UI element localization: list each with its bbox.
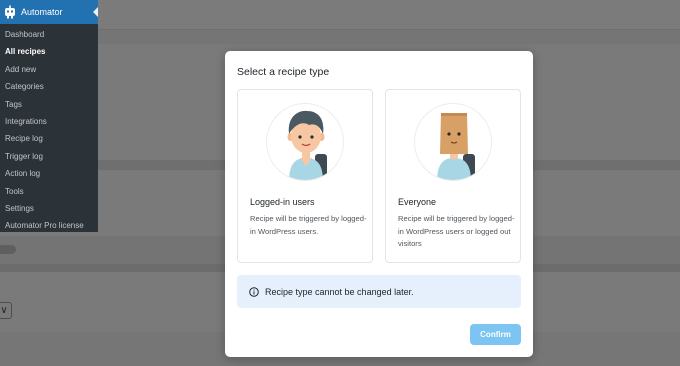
sidebar-item-tags[interactable]: Tags: [0, 96, 98, 113]
sidebar-title: Automator: [21, 7, 63, 17]
sidebar-item-tools[interactable]: Tools: [0, 183, 98, 200]
sidebar-item-dashboard[interactable]: Dashboard: [0, 26, 98, 43]
option-description: Recipe will be triggered by logged-in Wo…: [250, 214, 367, 236]
sidebar-item-pro-license[interactable]: Automator Pro license: [0, 217, 98, 234]
confirm-button[interactable]: Confirm: [470, 324, 521, 345]
recipe-type-notice: Recipe type cannot be changed later.: [237, 275, 521, 308]
sidebar-item-integrations[interactable]: Integrations: [0, 113, 98, 130]
recipe-type-option-logged-in[interactable]: Logged-in users Recipe will be triggered…: [237, 89, 373, 263]
sidebar-item-recipe-log[interactable]: Recipe log: [0, 130, 98, 147]
option-title: Everyone: [398, 197, 437, 207]
user-avatar-icon: [266, 103, 344, 181]
notice-text: Recipe type cannot be changed later.: [265, 286, 414, 297]
sidebar-item-trigger-log[interactable]: Trigger log: [0, 148, 98, 165]
current-menu-arrow: [93, 7, 98, 17]
sidebar-item-all-recipes[interactable]: All recipes: [0, 43, 98, 60]
sidebar-menu: Dashboard All recipes Add new Categories…: [0, 24, 98, 235]
sidebar-item-action-log[interactable]: Action log: [0, 165, 98, 182]
background-select: ∨: [0, 302, 12, 319]
background-toggle: [0, 245, 16, 254]
background-section: [0, 30, 680, 44]
option-description: Recipe will be triggered by logged-in Wo…: [398, 214, 515, 248]
option-title: Logged-in users: [250, 197, 315, 207]
sidebar-item-categories[interactable]: Categories: [0, 78, 98, 95]
modal-title: Select a recipe type: [237, 66, 330, 78]
automator-logo-icon: [5, 5, 15, 19]
recipe-type-modal: Select a recipe type Logged-in users Rec…: [225, 51, 533, 357]
sidebar-header-automator[interactable]: Automator: [0, 0, 98, 24]
sidebar-item-settings[interactable]: Settings: [0, 200, 98, 217]
background-toolbar: [98, 0, 680, 30]
info-icon: [249, 286, 259, 297]
admin-sidebar: Automator Dashboard All recipes Add new …: [0, 0, 98, 232]
recipe-type-option-everyone[interactable]: Everyone Recipe will be triggered by log…: [385, 89, 521, 263]
sidebar-item-add-new[interactable]: Add new: [0, 61, 98, 78]
paper-bag-avatar-icon: [414, 103, 492, 181]
